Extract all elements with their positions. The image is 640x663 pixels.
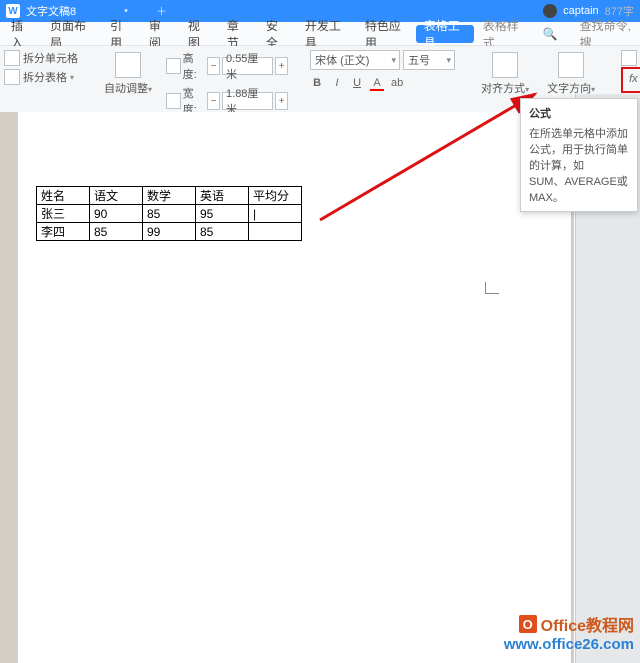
table-cell[interactable]: 85 (143, 205, 196, 223)
table-row: 李四 85 99 85 (37, 223, 302, 241)
bold-button[interactable]: B (310, 77, 324, 91)
split-cell-button[interactable]: 拆分单元格 (4, 50, 78, 66)
menu-dev-tools[interactable]: 开发工具 (296, 22, 356, 46)
document-page[interactable]: 姓名 语文 数学 英语 平均分 张三 90 85 95 李四 85 99 85 (18, 112, 572, 663)
menu-references[interactable]: 引用 (101, 22, 140, 46)
table-cell[interactable]: 李四 (37, 223, 90, 241)
table-row: 张三 90 85 95 (37, 205, 302, 223)
height-minus-button[interactable]: − (207, 57, 220, 75)
watermark: OOffice教程网 www.office26.com (504, 612, 634, 653)
menu-view[interactable]: 视图 (179, 22, 218, 46)
menu-table-style[interactable]: 表格样式 (474, 22, 534, 46)
user-name[interactable]: captain (563, 5, 598, 17)
table-cell[interactable]: 张三 (37, 205, 90, 223)
watermark-brand: Office教程网 (541, 612, 634, 636)
avatar-icon[interactable] (543, 4, 557, 18)
search-text[interactable]: 查找命令, 搜 (571, 22, 640, 46)
workspace: 姓名 语文 数学 英语 平均分 张三 90 85 95 李四 85 99 85 (0, 112, 574, 663)
italic-button[interactable]: I (330, 77, 344, 91)
table-cell-active[interactable] (249, 205, 302, 223)
office-logo-icon: O (519, 615, 537, 633)
table-cell[interactable]: 85 (196, 223, 249, 241)
tooltip-title: 公式 (529, 105, 629, 121)
watermark-url: www.office26.com (504, 636, 634, 653)
table-cell[interactable]: 85 (90, 223, 143, 241)
row-height-icon (166, 58, 181, 74)
height-input[interactable]: 0.55厘米 (222, 57, 273, 75)
height-plus-button[interactable]: + (275, 57, 288, 75)
highlight-button[interactable]: ab (390, 77, 404, 91)
table-cell[interactable]: 99 (143, 223, 196, 241)
tab-indicator-icon: • (124, 5, 128, 17)
table-row: 姓名 语文 数学 英语 平均分 (37, 187, 302, 205)
font-size-select[interactable]: 五号 (403, 50, 455, 70)
menu-special[interactable]: 特色应用 (356, 22, 416, 46)
autofit-icon (115, 52, 141, 78)
table-cell[interactable]: 95 (196, 205, 249, 223)
font-name-select[interactable]: 宋体 (正文) (310, 50, 400, 70)
table-header-cell[interactable]: 姓名 (37, 187, 90, 205)
split-table-button[interactable]: 拆分表格▾ (4, 69, 78, 85)
table-cell[interactable] (249, 223, 302, 241)
fx-icon: fx (629, 73, 638, 85)
formula-button[interactable]: fx 公式 (621, 67, 640, 93)
menu-table-tools[interactable]: 表格工具 (416, 25, 474, 43)
data-table[interactable]: 姓名 语文 数学 英语 平均分 张三 90 85 95 李四 85 99 85 (36, 186, 302, 241)
tooltip-body-2: SUM、AVERAGE或MAX。 (529, 173, 629, 205)
fast-calc-button[interactable]: 快速计算▾ (621, 50, 640, 66)
width-input[interactable]: 1.88厘米 (222, 92, 273, 110)
row-height-control[interactable]: 高度: − 0.55厘米 + (166, 50, 288, 82)
table-header-cell[interactable]: 英语 (196, 187, 249, 205)
menu-sections[interactable]: 章节 (218, 22, 257, 46)
width-minus-button[interactable]: − (207, 92, 220, 110)
underline-button[interactable]: U (350, 77, 364, 91)
text-direction-icon (558, 52, 584, 78)
table-header-cell[interactable]: 平均分 (249, 187, 302, 205)
col-width-icon (166, 93, 181, 109)
table-cell[interactable]: 90 (90, 205, 143, 223)
width-plus-button[interactable]: + (275, 92, 288, 110)
split-cell-icon (4, 50, 20, 66)
formula-tooltip: 公式 在所选单元格中添加公式，用于执行简单的计算，如 SUM、AVERAGE或M… (520, 98, 638, 212)
menu-bar: 插入 页面布局 引用 审阅 视图 章节 安全 开发工具 特色应用 表格工具 表格… (0, 22, 640, 46)
auto-fit-button[interactable]: 自动调整▾ (100, 50, 156, 117)
align-icon (492, 52, 518, 78)
menu-review[interactable]: 审阅 (140, 22, 179, 46)
font-color-button[interactable]: A (370, 77, 384, 91)
menu-security[interactable]: 安全 (257, 22, 296, 46)
table-header-cell[interactable]: 数学 (143, 187, 196, 205)
margin-marker-icon (485, 282, 499, 294)
fast-calc-icon (621, 50, 637, 66)
table-header-cell[interactable]: 语文 (90, 187, 143, 205)
tooltip-body-1: 在所选单元格中添加公式，用于执行简单的计算，如 (529, 125, 629, 173)
search-icon[interactable]: 🔍 (534, 22, 567, 46)
height-label: 高度: (183, 50, 206, 82)
split-table-icon (4, 69, 20, 85)
menu-insert[interactable]: 插入 (2, 22, 41, 46)
menu-page-layout[interactable]: 页面布局 (41, 22, 101, 46)
